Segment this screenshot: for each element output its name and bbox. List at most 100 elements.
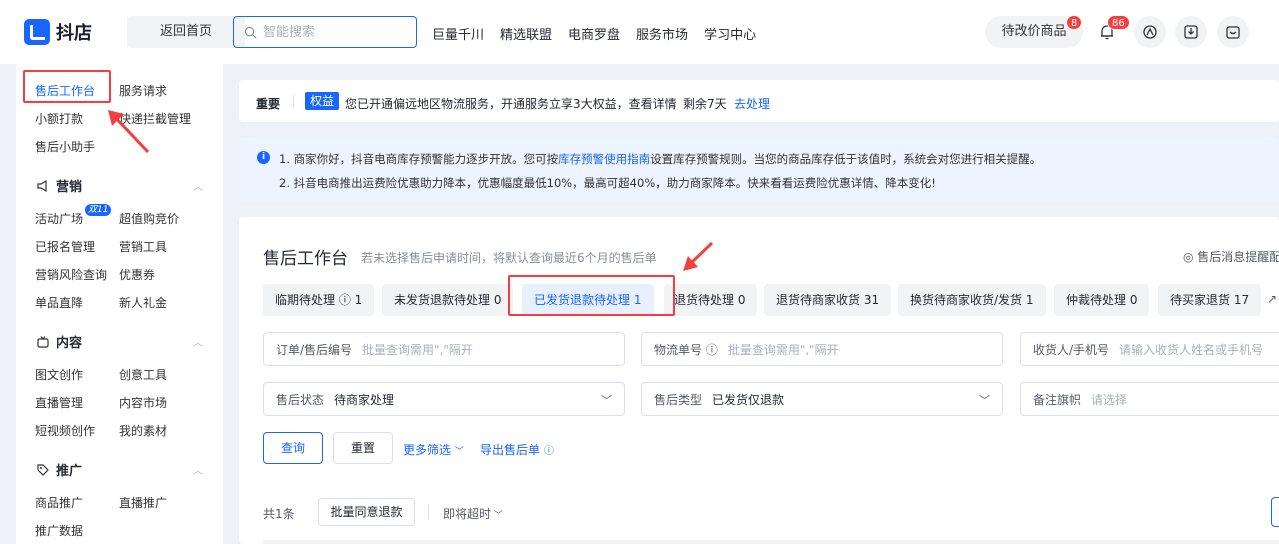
highlight-box-tab [508,275,675,316]
note-flag-select[interactable]: 备注旗帜 请选择 [1020,382,1279,416]
tab-expiring[interactable]: 临期待处理 ⓘ 1 [263,284,375,316]
search-box[interactable] [233,16,417,48]
tab-unshipped-refund[interactable]: 未发货退款待处理 0 [382,284,514,316]
sidebar-item-aftersale-assistant[interactable]: 售后小助手 [35,138,95,155]
sidebar-item-registered[interactable]: 已报名管理 [35,238,95,255]
batch-agree-refund-button[interactable]: 批量同意退款 [318,498,415,526]
reminder-config-link[interactable]: ◎ 售后消息提醒配 [1183,248,1279,265]
top-nav: 巨量千川 精选联盟 电商罗盘 服务市场 学习中心 [432,24,756,43]
note-flag-label: 备注旗帜 [1033,392,1082,407]
shop-icon [1226,26,1240,39]
tab-exchange[interactable]: 换货待商家收货/发货 1 [898,284,1046,316]
aftersale-status-select[interactable]: 售后状态 待商家处理 ﹀ [263,382,625,416]
tab-return-receive[interactable]: 退货待商家收货 31 [764,284,892,316]
sidebar-item-super-bid[interactable]: 超值购竞价 [119,210,179,227]
highlight-box-workbench [23,70,111,103]
sidebar-item-product-promo[interactable]: 商品推广 [35,494,83,511]
sidebar-item-newcomer-gift[interactable]: 新人礼金 [119,294,167,311]
logistics-number-field[interactable]: 物流单号 ⓘ 批量查询需用","隔开 [641,332,1003,366]
nav-learning[interactable]: 学习中心 [704,24,756,43]
pending-price-label: 待改价商品 [1001,24,1067,39]
sidebar-item-coupon[interactable]: 优惠券 [119,266,155,283]
red-arrow-icon [108,110,150,154]
page-title: 售后工作台 [263,249,348,269]
sidebar-item-service-request[interactable]: 服务请求 [119,82,167,99]
sidebar-item-marketing-tools[interactable]: 营销工具 [119,238,167,255]
sidebar-item-small-payment[interactable]: 小额打款 [35,110,83,127]
total-count: 共1条 [263,507,295,521]
sidebar-item-promo-data[interactable]: 推广数据 [35,522,83,539]
tab-return-pending[interactable]: 退货待处理 0 [664,284,758,316]
nav-qianchuan[interactable]: 巨量千川 [432,24,484,43]
search-icon [244,26,257,38]
notice-remain: 剩余7天 [683,97,727,111]
nav-market[interactable]: 服务市场 [636,24,688,43]
logistics-number-placeholder: 批量查询需用","隔开 [727,342,839,357]
chevron-down-icon: ﹀ [601,394,612,407]
sidebar-item-short-video[interactable]: 短视频创作 [35,422,95,439]
sidebar-section-promotion[interactable]: 推广 [36,460,82,479]
search-input[interactable] [263,24,403,40]
sidebar-item-my-materials[interactable]: 我的素材 [119,422,167,439]
sidebar-item-content-market[interactable]: 内容市场 [119,394,167,411]
notice-label: 重要 [256,97,281,111]
help-icon: ⓘ [543,446,554,457]
logo[interactable]: 抖店 [24,19,92,45]
tag-icon [37,463,49,476]
shop-button[interactable] [1217,16,1249,48]
sidebar-section-content[interactable]: 内容 [36,332,82,351]
download-button[interactable] [1175,16,1207,48]
query-button[interactable]: 查询 [263,432,323,464]
sidebar-item-live-management[interactable]: 直播管理 [35,394,83,411]
aftersale-type-value: 已发货仅退款 [712,392,785,407]
collapse-icon[interactable]: ︿ [193,462,203,477]
sidebar-item-live-promo[interactable]: 直播推广 [119,494,167,511]
expand-tabs-icon[interactable]: ↗ [1267,292,1277,306]
receiver-field[interactable]: 收货人/手机号 请输入收货人姓名或手机号 [1020,332,1279,366]
collapse-icon[interactable]: ︿ [193,178,203,193]
sidebar-section-title: 推广 [56,464,83,479]
sidebar-item-graphic-creation[interactable]: 图文创作 [35,366,83,383]
stock-guide-link[interactable]: 库存预警使用指南 [558,152,650,166]
export-link[interactable]: 导出售后单 ⓘ [480,441,554,458]
order-number-placeholder: 批量查询需用","隔开 [362,342,473,357]
headset-button[interactable] [1134,16,1166,48]
notice-action-link[interactable]: 去处理 [734,95,770,112]
nav-compass[interactable]: 电商罗盘 [568,24,620,43]
sidebar-item-creative-tools[interactable]: 创意工具 [119,366,167,383]
collapse-icon[interactable]: ︿ [193,334,203,349]
notify-count-badge: 86 [1107,15,1130,30]
reset-button[interactable]: 重置 [333,432,393,464]
receiver-label: 收货人/手机号 [1033,342,1110,357]
sidebar-item-risk-query[interactable]: 营销风险查询 [35,266,107,283]
right-action-button[interactable] [1271,497,1279,527]
aftersale-status-label: 售后状态 [276,392,325,407]
order-number-field[interactable]: 订单/售后编号 批量查询需用","隔开 [263,332,625,366]
tab-buyer-return[interactable]: 待买家退货 17 [1158,284,1262,316]
aftersale-type-label: 售后类型 [654,392,703,407]
sidebar-section-marketing[interactable]: 营销 [36,176,82,195]
receiver-placeholder: 请输入收货人姓名或手机号 [1119,342,1264,357]
more-filters-link[interactable]: 更多筛选 ﹀ [403,441,464,458]
logo-icon [24,19,50,45]
nav-alliance[interactable]: 精选联盟 [500,24,552,43]
sidebar-section-title: 内容 [56,336,83,351]
headset-icon [1143,25,1157,39]
home-button[interactable]: 返回首页 [127,16,245,48]
info-line-2: 2. 抖音电商推出运费险优惠助力降本，优惠幅度最低10%，最高可超40%，助力商… [279,176,936,190]
aftersale-type-select[interactable]: 售后类型 已发货仅退款 ﹀ [641,382,1003,416]
timeout-sort[interactable]: 即将超时 ﹀ [443,505,503,522]
notice-tag: 权益 [305,92,340,110]
order-number-label: 订单/售后编号 [276,342,353,357]
sidebar-section-title: 营销 [56,180,83,195]
double11-badge: 双11 [85,204,112,216]
tab-arbitration[interactable]: 仲裁待处理 0 [1054,284,1150,316]
divider [428,505,429,519]
sidebar-item-direct-discount[interactable]: 单品直降 [35,294,83,311]
divider [293,95,294,107]
workbench-card [239,217,1279,544]
tv-icon [37,335,49,348]
sidebar-item-activity-square[interactable]: 活动广场 [35,210,83,227]
top-bar: 抖店 返回首页 巨量千川 精选联盟 电商罗盘 服务市场 学习中心 待改价商品 8… [0,0,1279,64]
page-subtitle: 若未选择售后申请时间，将默认查询最近6个月的售后单 [361,251,657,265]
